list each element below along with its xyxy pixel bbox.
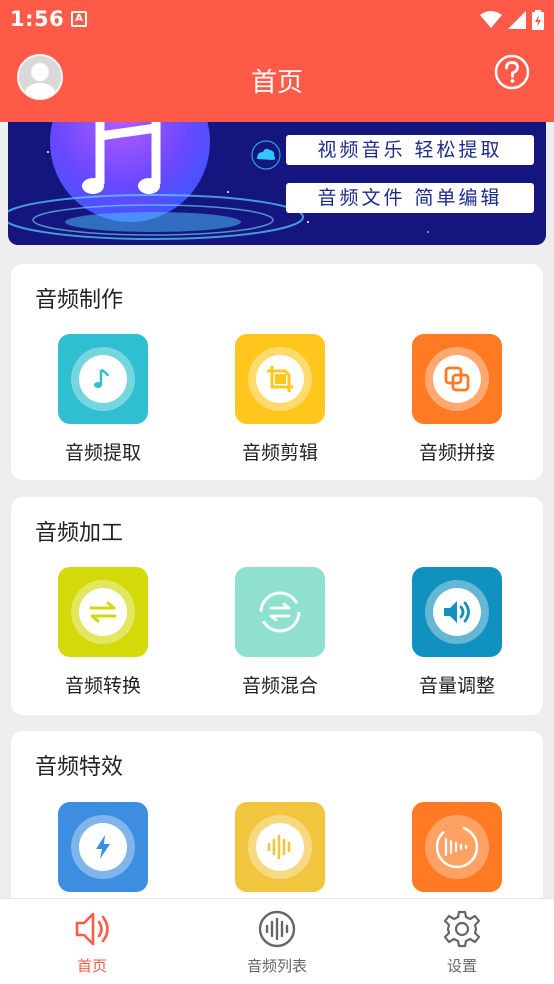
nav-home[interactable]: 首页 <box>22 899 162 984</box>
tool-label: 音量调整 <box>418 675 495 697</box>
volume-icon <box>444 601 470 623</box>
tool-effect-2[interactable] <box>220 802 340 906</box>
waveform-circle-icon <box>258 910 296 948</box>
tool-volume-adjust[interactable]: 音量调整 <box>397 567 517 698</box>
tool-audio-convert[interactable]: 音频转换 <box>43 567 163 698</box>
help-icon[interactable] <box>494 54 530 90</box>
tool-audio-extract[interactable]: 音频提取 <box>43 334 163 465</box>
merge-icon <box>444 366 470 392</box>
tool-label: 音频拼接 <box>418 442 495 464</box>
tool-tile <box>235 802 325 892</box>
notification-icon: A <box>71 11 87 27</box>
nav-audio-list[interactable]: 音频列表 <box>207 899 347 984</box>
nav-label: 首页 <box>76 957 107 975</box>
tool-tile <box>412 802 502 892</box>
system-icons <box>480 9 544 31</box>
waveform-icon <box>267 834 291 860</box>
tool-label: 音频剪辑 <box>241 442 318 464</box>
crop-icon <box>267 366 293 392</box>
section-audio-processing: 音频加工 音频转换 音频混合 音量调整 <box>11 497 543 715</box>
promo-banner[interactable]: 视频音乐 轻松提取 音频文件 简单编辑 <box>8 122 546 245</box>
signal-icon <box>508 11 526 29</box>
tool-tile <box>235 567 325 657</box>
tool-audio-mix[interactable]: 音频混合 <box>220 567 340 698</box>
tool-tile <box>235 334 325 424</box>
tool-label: 音频转换 <box>64 675 141 697</box>
tool-tile <box>58 567 148 657</box>
nav-settings[interactable]: 设置 <box>392 899 532 984</box>
tool-audio-edit[interactable]: 音频剪辑 <box>220 334 340 465</box>
banner-tag-1: 视频音乐 轻松提取 <box>286 135 534 165</box>
page-title: 首页 <box>250 68 303 98</box>
tool-tile <box>58 334 148 424</box>
convert-arrows-icon <box>89 601 117 623</box>
battery-icon <box>532 10 544 30</box>
nav-label: 设置 <box>446 957 477 975</box>
tool-effect-1[interactable] <box>43 802 163 906</box>
tool-effect-3[interactable] <box>397 802 517 906</box>
status-bar: 1:56 A <box>0 0 554 40</box>
lightning-icon <box>96 835 110 859</box>
tool-tile <box>412 567 502 657</box>
section-audio-making: 音频制作 音频提取 音频剪辑 音频拼接 <box>11 264 543 480</box>
mix-icon <box>259 591 301 633</box>
status-time: 1:56 <box>10 7 65 31</box>
music-note-icon <box>94 368 110 388</box>
fade-icon <box>435 825 479 869</box>
section-title: 音频特效 <box>35 755 124 780</box>
section-audio-effects: 音频特效 <box>11 731 543 921</box>
section-title: 音频加工 <box>35 521 124 546</box>
wifi-icon <box>480 11 502 28</box>
bottom-nav: 首页 音频列表 设置 <box>0 898 554 984</box>
nav-label: 音频列表 <box>246 957 307 975</box>
tool-audio-merge[interactable]: 音频拼接 <box>397 334 517 465</box>
banner-tag-2: 音频文件 简单编辑 <box>286 183 534 213</box>
app-header: 首页 <box>0 40 554 122</box>
tool-label: 音频混合 <box>241 675 318 697</box>
tool-tile <box>412 334 502 424</box>
gear-icon <box>443 910 481 948</box>
section-title: 音频制作 <box>35 288 124 313</box>
tool-tile <box>58 802 148 892</box>
tool-label: 音频提取 <box>64 442 141 464</box>
speaker-icon <box>75 912 109 946</box>
